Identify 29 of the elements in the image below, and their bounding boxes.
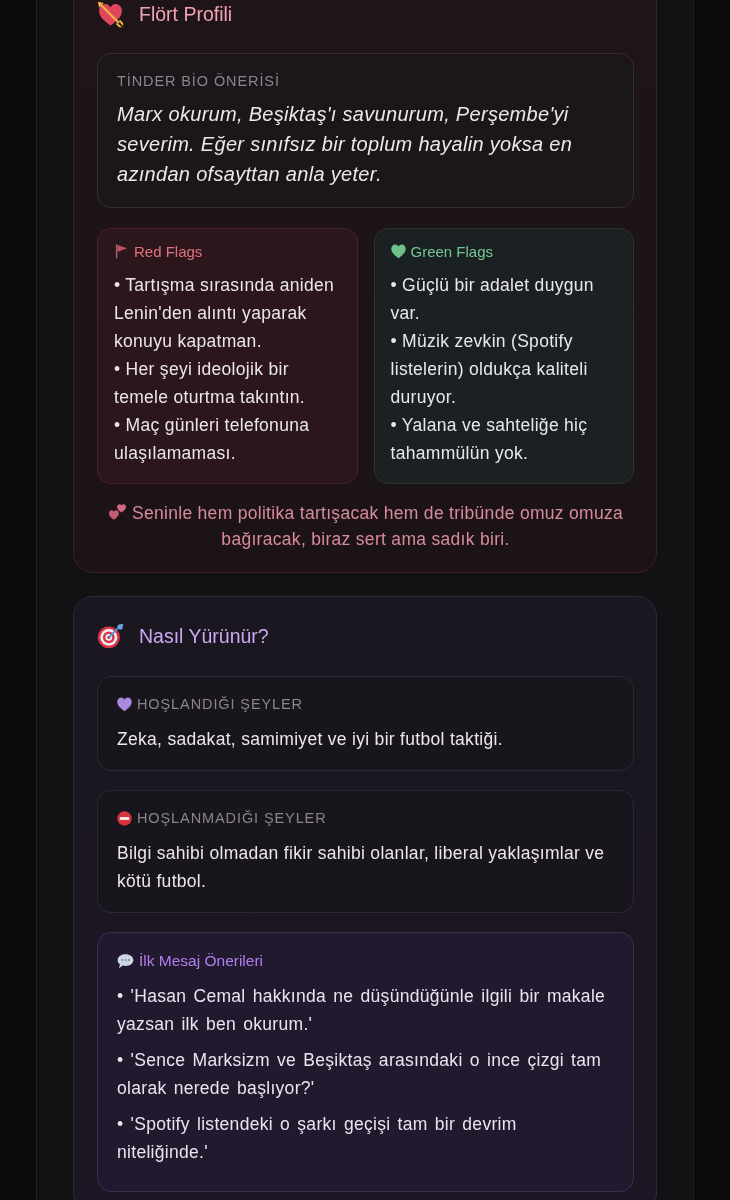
speech-bubble-icon [117,953,134,969]
summary-text: Seninle hem politika tartışacak hem de tribünde omuz omuza bağıracak, biraz sert ama sadık biri. [131,503,624,549]
flags-title: Red Flags [134,243,203,260]
heart-arrow-icon [97,0,124,28]
target-icon [97,622,124,650]
message-item: • 'Spotify listendeki o şarkı geçişi tam bir devrim niteliğinde.' [117,1113,518,1164]
messages-title: İlk Mesaj Önerileri [139,952,264,970]
section-text: Bilgi sahibi olmadan fikir sahibi olanlar, liberal yaklaşımlar ve kötü futbol. [117,842,606,893]
card-title: Flört Profili [139,2,233,26]
heart-icon [390,244,406,259]
bio-text: Marx okurum, Beşiktaş'ı savunurum, Perşembe'yi severim. Eğer sınıfsız bir toplum hayalin yoksa en azından ofsayttan anla yeter. [117,102,574,187]
section-label: HOŞLANDIĞI ŞEYLER [137,696,303,712]
flags-title: Green Flags [410,243,494,260]
list-item: • Tartışma sırasında aniden Lenin'den alıntı yaparak konuyu kapatman. [114,274,336,353]
list-item: • Güçlü bir adalet duygun var. [390,274,595,325]
section-text: Zeka, sadakat, samimiyet ve iyi bir futbol taktiği. [117,728,504,751]
message-item: • 'Sence Marksizm ve Beşiktaş arasındaki o ince çizgi tam olarak nerede başlıyor?' [117,1049,603,1100]
hearts-icon [107,503,127,521]
no-entry-icon [117,810,132,826]
list-item: • Yalana ve sahteliğe hiç tahammülün yok. [390,414,589,465]
list-item: • Müzik zevkin (Spotify listelerin) oldukça kaliteli duruyor. [390,330,589,409]
section-label: HOŞLANMADIĞI ŞEYLER [137,810,327,826]
list-item: • Her şeyi ideolojik bir temele oturtma takıntın. [114,358,307,409]
heart-icon [117,696,132,712]
card-title: Nasıl Yürünür? [139,624,269,648]
flag-icon [114,244,129,259]
list-item: • Maç günleri telefonuna ulaşılamaması. [114,414,311,465]
message-item: • 'Hasan Cemal hakkında ne düşündüğünle ilgili bir makale yazsan ilk ben okurum.' [117,985,607,1036]
section-label: TİNDER BİO ÖNERİSİ [117,73,281,89]
